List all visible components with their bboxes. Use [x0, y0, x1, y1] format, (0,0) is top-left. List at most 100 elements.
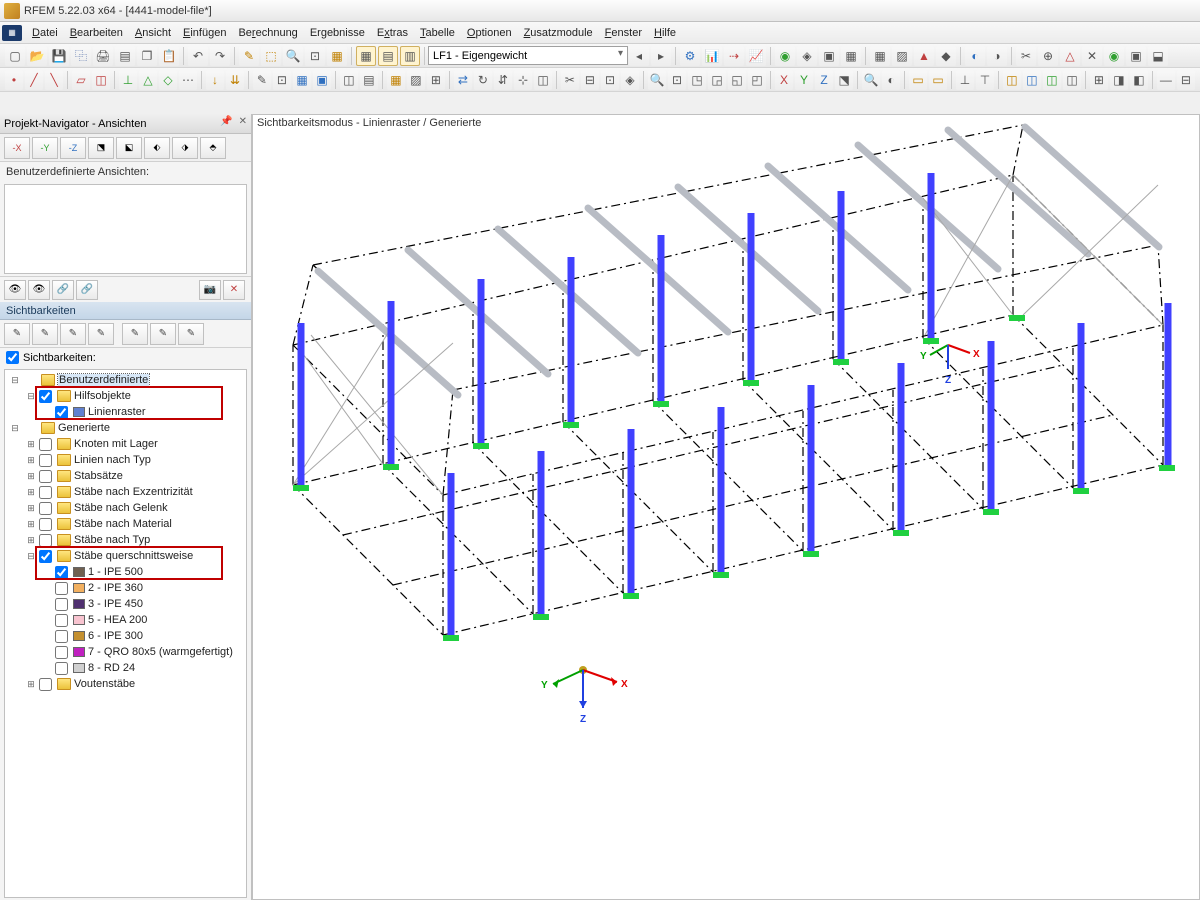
sb-4[interactable]: ✎	[88, 323, 114, 345]
view-y-btn[interactable]: -Y	[32, 137, 58, 159]
view-1-btn[interactable]: ⬔	[88, 137, 114, 159]
sb-6[interactable]: ✎	[150, 323, 176, 345]
menu-einfuegen[interactable]: Einfügen	[177, 25, 232, 41]
menu-optionen[interactable]: Optionen	[461, 25, 518, 41]
tree-voutenstaebe[interactable]: ⊞ Voutenstäbe	[5, 676, 246, 692]
sb-2[interactable]: ✎	[32, 323, 58, 345]
mv-c-icon[interactable]: ⇵	[494, 70, 512, 90]
tree-generierte[interactable]: ⊟ Generierte	[5, 420, 246, 436]
ax-y-icon[interactable]: Y	[795, 70, 813, 90]
sb-7[interactable]: ✎	[178, 323, 204, 345]
tree-section-0[interactable]: 1 - IPE 500	[5, 564, 246, 580]
sb-3[interactable]: ✎	[60, 323, 86, 345]
redo-icon[interactable]: ↷	[210, 46, 230, 66]
report-icon[interactable]: ▤	[115, 46, 135, 66]
tool-f-icon[interactable]: ▨	[892, 46, 912, 66]
load-a-icon[interactable]: ↓	[206, 70, 224, 90]
vw-f-icon[interactable]: ◰	[748, 70, 766, 90]
view-4-btn[interactable]: ⬗	[172, 137, 198, 159]
tree-section-3[interactable]: 5 - HEA 200	[5, 612, 246, 628]
menu-ansicht[interactable]: Ansicht	[129, 25, 177, 41]
line-icon[interactable]: ╱	[25, 70, 43, 90]
ed-c-icon[interactable]: ▦	[293, 70, 311, 90]
user-views-list[interactable]	[4, 184, 247, 274]
panel3-icon[interactable]: ▥	[400, 46, 420, 66]
pin-icon[interactable]: 📌	[218, 116, 234, 127]
surf-icon[interactable]: ▱	[72, 70, 90, 90]
mv-a-icon[interactable]: ⇄	[454, 70, 472, 90]
new-file-icon[interactable]: ▢	[5, 46, 25, 66]
undo-icon[interactable]: ↶	[188, 46, 208, 66]
ex-c-icon[interactable]: ◧	[1130, 70, 1148, 90]
view-5-btn[interactable]: ⬘	[200, 137, 226, 159]
load-b-icon[interactable]: ⇊	[226, 70, 244, 90]
vw-d-icon[interactable]: ◲	[708, 70, 726, 90]
sn-a-icon[interactable]: ✂	[561, 70, 579, 90]
ed-e-icon[interactable]: ◫	[340, 70, 358, 90]
zoom-window-icon[interactable]: ⊡	[305, 46, 325, 66]
node-icon[interactable]: •	[5, 70, 23, 90]
paste-icon[interactable]: 📋	[159, 46, 179, 66]
rd-f-icon[interactable]: ⊤	[976, 70, 994, 90]
menu-berechnung[interactable]: Berechnung	[232, 25, 303, 41]
tool-a-icon[interactable]: ◉	[775, 46, 795, 66]
uv-btn4[interactable]: 🔗	[76, 280, 98, 300]
ed-i-icon[interactable]: ⊞	[427, 70, 445, 90]
uv-btn1[interactable]: 👁	[4, 280, 26, 300]
tool-b-icon[interactable]: ◈	[797, 46, 817, 66]
tool-k-icon[interactable]: ✂	[1016, 46, 1036, 66]
panel1-icon[interactable]: ▦	[356, 46, 376, 66]
select-icon[interactable]: ⬚	[261, 46, 281, 66]
tree-section-5[interactable]: 7 - QRO 80x5 (warmgefertigt)	[5, 644, 246, 660]
menu-hilfe[interactable]: Hilfe	[648, 25, 682, 41]
menu-zusatzmodule[interactable]: Zusatzmodule	[518, 25, 599, 41]
menu-bearbeiten[interactable]: Bearbeiten	[64, 25, 129, 41]
results1-icon[interactable]: ⚙	[680, 46, 700, 66]
uv-del-btn[interactable]: ✕	[223, 280, 245, 300]
ed-g-icon[interactable]: ▦	[387, 70, 405, 90]
tool-g-icon[interactable]: ▲	[914, 46, 934, 66]
tool-e-icon[interactable]: ▦	[870, 46, 890, 66]
tree-section-6[interactable]: 8 - RD 24	[5, 660, 246, 676]
menu-ergebnisse[interactable]: Ergebnisse	[304, 25, 371, 41]
grid-icon[interactable]: ▦	[327, 46, 347, 66]
vw-b-icon[interactable]: ⊡	[668, 70, 686, 90]
close-panel-icon[interactable]: ✕	[237, 116, 249, 127]
menu-fenster[interactable]: Fenster	[599, 25, 648, 41]
ax-x-icon[interactable]: X	[775, 70, 793, 90]
ed-b-icon[interactable]: ⊡	[273, 70, 291, 90]
sn-c-icon[interactable]: ⊡	[601, 70, 619, 90]
ex-e-icon[interactable]: ⊟	[1177, 70, 1195, 90]
sn-d-icon[interactable]: ◈	[621, 70, 639, 90]
rd-d-icon[interactable]: ▭	[929, 70, 947, 90]
vw-a-icon[interactable]: 🔍	[648, 70, 666, 90]
view-z-btn[interactable]: -Z	[60, 137, 86, 159]
menu-tabelle[interactable]: Tabelle	[414, 25, 461, 41]
next-lc-icon[interactable]: ▸	[651, 46, 671, 66]
save-all-icon[interactable]: ⿻	[71, 46, 91, 66]
tree-benutzerdefinierte[interactable]: ⊟ Benutzerdefinierte	[5, 372, 246, 388]
sup-c-icon[interactable]: ◇	[159, 70, 177, 90]
model-viewport[interactable]: Sichtbarkeitsmodus - Linienraster / Gene…	[252, 114, 1200, 900]
loadcase-combo[interactable]: LF1 - Eigengewicht	[428, 46, 628, 65]
ax-z-icon[interactable]: Z	[815, 70, 833, 90]
tree-section-2[interactable]: 3 - IPE 450	[5, 596, 246, 612]
tree-staebe-querschnittsweise[interactable]: ⊟ Stäbe querschnittsweise	[5, 548, 246, 564]
dsp-d-icon[interactable]: ◫	[1063, 70, 1081, 90]
sup-a-icon[interactable]: ⊥	[119, 70, 137, 90]
menu-datei[interactable]: Datei	[26, 25, 64, 41]
tool-j-icon[interactable]: ◑	[987, 46, 1007, 66]
visibility-tree[interactable]: ⊟ Benutzerdefinierte ⊟ Hilfsobjekte Lini…	[4, 369, 247, 898]
mv-e-icon[interactable]: ◫	[534, 70, 552, 90]
prev-lc-icon[interactable]: ◂	[629, 46, 649, 66]
open-icon[interactable]: 📂	[27, 46, 47, 66]
tree-gen-item-5[interactable]: ⊞Stäbe nach Material	[5, 516, 246, 532]
save-icon[interactable]: 💾	[49, 46, 69, 66]
ed-h-icon[interactable]: ▨	[407, 70, 425, 90]
tool-d-icon[interactable]: ▦	[841, 46, 861, 66]
tool-q-icon[interactable]: ⬓	[1148, 46, 1168, 66]
rd-e-icon[interactable]: ⊥	[956, 70, 974, 90]
solid-icon[interactable]: ◫	[92, 70, 110, 90]
tree-section-4[interactable]: 6 - IPE 300	[5, 628, 246, 644]
pencil-icon[interactable]: ✎	[239, 46, 259, 66]
